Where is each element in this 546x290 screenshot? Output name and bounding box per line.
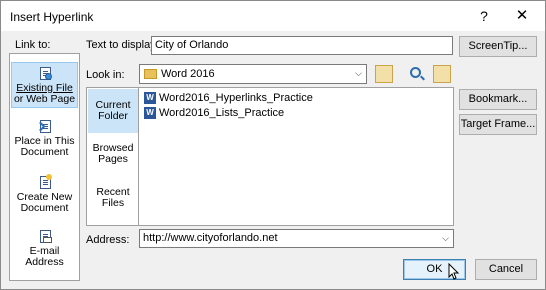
chevron-down-icon: ⌵: [442, 233, 449, 243]
chevron-down-icon: ⌵: [355, 68, 362, 78]
text-to-display-label: Text to display:: [86, 39, 159, 51]
link-to-panel: Existing File or Web Page Place in This …: [9, 53, 80, 281]
look-in-dropdown[interactable]: Word 2016 ⌵: [139, 64, 367, 84]
nav-current-folder[interactable]: Current Folder: [88, 89, 138, 133]
create-new-document-label-2: Document: [20, 202, 69, 214]
cancel-button[interactable]: Cancel: [475, 259, 537, 280]
insert-hyperlink-dialog: Insert Hyperlink ? ✕ Link to: Existing F…: [0, 0, 546, 290]
browse-file-icon[interactable]: [433, 65, 451, 83]
nav-recent-files[interactable]: Recent Files: [88, 187, 138, 217]
folder-icon: [144, 69, 157, 80]
close-button[interactable]: ✕: [513, 7, 531, 25]
address-label: Address:: [86, 234, 130, 246]
browse-web-icon[interactable]: [408, 65, 426, 83]
screentip-button[interactable]: ScreenTip...: [459, 36, 537, 57]
link-to-create-new-document[interactable]: Create New Document: [11, 174, 78, 216]
dialog-title: Insert Hyperlink: [10, 10, 94, 24]
address-value: http://www.cityoforlando.net: [143, 232, 278, 244]
email-address-icon: [38, 230, 52, 244]
help-button[interactable]: ?: [475, 7, 493, 25]
nav-browsed-pages-l2: Pages: [98, 153, 128, 165]
text-to-display-input[interactable]: City of Orlando: [151, 36, 453, 55]
existing-file-icon: [38, 67, 52, 81]
up-one-folder-icon[interactable]: [375, 65, 393, 83]
place-in-document-icon: [35, 120, 52, 134]
link-to-label: Link to:: [15, 39, 51, 51]
title-bar: Insert Hyperlink ? ✕: [1, 1, 545, 31]
email-address-label-2: Address: [25, 256, 64, 268]
nav-current-folder-l2: Folder: [98, 110, 128, 122]
file-item[interactable]: W Word2016_Hyperlinks_Practice: [144, 92, 313, 106]
nav-recent-files-l2: Files: [101, 197, 125, 209]
target-frame-button[interactable]: Target Frame...: [459, 114, 537, 135]
word-document-icon: W: [144, 107, 156, 120]
file-item[interactable]: W Word2016_Lists_Practice: [144, 107, 284, 121]
link-to-place-in-document[interactable]: Place in This Document: [11, 118, 78, 160]
mouse-pointer-icon: [448, 263, 460, 280]
address-input[interactable]: http://www.cityoforlando.net ⌵: [139, 229, 454, 248]
look-in-nav: Current Folder Browsed Pages Recent File…: [86, 87, 139, 226]
file-list: W Word2016_Hyperlinks_Practice W Word2016_…: [139, 87, 454, 226]
nav-browsed-pages[interactable]: Browsed Pages: [88, 143, 138, 173]
look-in-label: Look in:: [86, 69, 125, 81]
bookmark-button[interactable]: Bookmark...: [459, 89, 537, 110]
word-document-icon: W: [144, 92, 156, 105]
file-name: Word2016_Lists_Practice: [159, 107, 285, 119]
link-to-existing-file[interactable]: Existing File or Web Page: [11, 62, 78, 108]
file-name: Word2016_Hyperlinks_Practice: [159, 92, 313, 104]
existing-file-label-2: or Web Page: [13, 93, 76, 105]
place-in-document-label-2: Document: [20, 146, 69, 158]
create-new-document-icon: [38, 174, 52, 190]
link-to-email-address[interactable]: E-mail Address: [11, 228, 78, 270]
look-in-value: Word 2016: [161, 68, 215, 80]
